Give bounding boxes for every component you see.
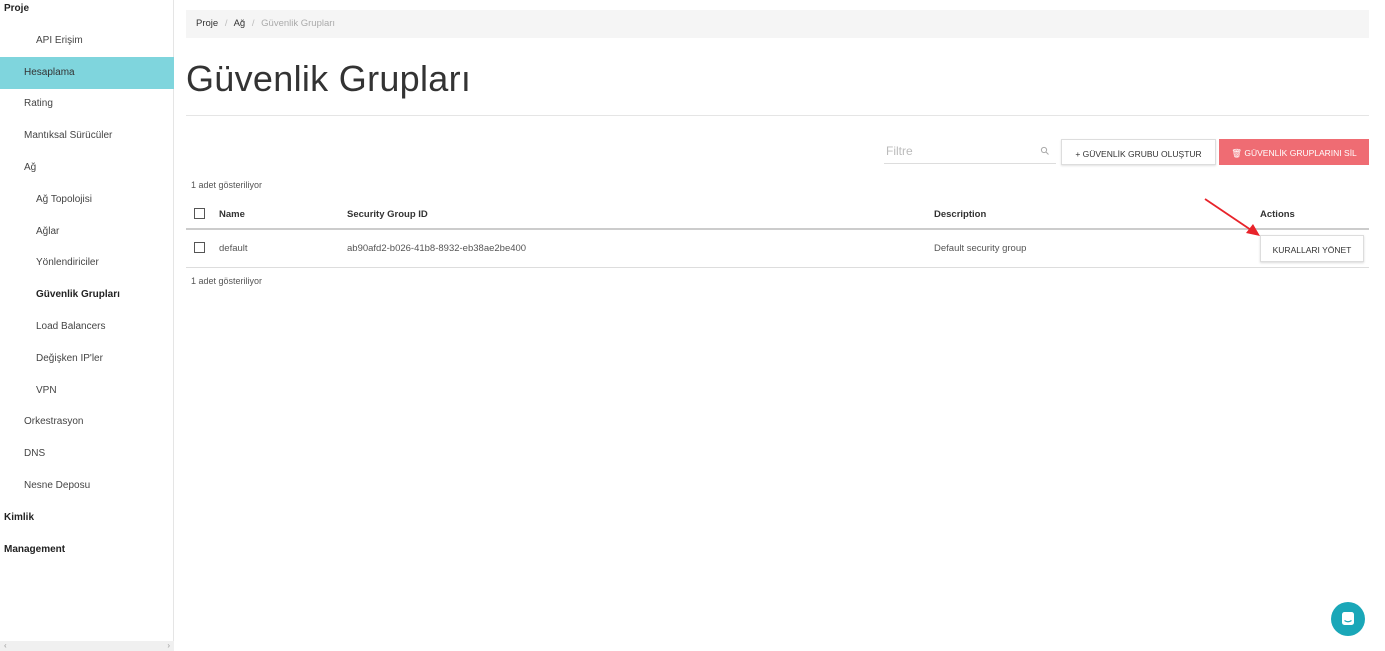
column-header-name[interactable]: Name bbox=[219, 209, 245, 220]
sidebar-item-kimlik[interactable]: Kimlik bbox=[0, 502, 174, 534]
column-header-description[interactable]: Description bbox=[934, 209, 986, 220]
sidebar-item-mantıksal-sürücüler[interactable]: Mantıksal Sürücüler bbox=[0, 120, 174, 152]
sidebar: Proje API Erişim Hesaplama Rating Mantıksal … bbox=[0, 0, 174, 651]
breadcrumb-separator: / bbox=[224, 18, 228, 29]
create-security-group-button[interactable]: + GÜVENLİK GRUBU OLUŞTUR bbox=[1061, 139, 1216, 165]
sidebar-item-ağlar[interactable]: Ağlar bbox=[0, 216, 174, 248]
page-title: Güvenlik Grupları bbox=[186, 58, 472, 99]
sidebar-horizontal-scrollbar[interactable]: ‹ › bbox=[0, 641, 174, 651]
breadcrumb-separator: / bbox=[251, 18, 255, 29]
search-icon[interactable] bbox=[1040, 146, 1050, 156]
chat-button[interactable] bbox=[1331, 602, 1365, 636]
sidebar-item-orkestrasyon[interactable]: Orkestrasyon bbox=[0, 406, 174, 438]
red-arrow-icon bbox=[1204, 198, 1260, 236]
column-header-security-group-id[interactable]: Security Group ID bbox=[347, 209, 428, 220]
sidebar-item-vpn[interactable]: VPN bbox=[0, 375, 174, 407]
breadcrumb-item-ag[interactable]: Ağ bbox=[234, 18, 246, 29]
sidebar-item-ağ[interactable]: Ağ bbox=[0, 152, 174, 184]
cell-name[interactable]: default bbox=[219, 243, 248, 254]
sidebar-item-ağ-topolojisi[interactable]: Ağ Topolojisi bbox=[0, 184, 174, 216]
table-header-border bbox=[186, 228, 1369, 230]
cell-description: Default security group bbox=[934, 243, 1027, 254]
cell-security-group-id: ab90afd2-b026-41b8-8932-eb38ae2be400 bbox=[347, 243, 527, 254]
filter-input[interactable] bbox=[884, 140, 1038, 162]
sidebar-item-değişken-ip-ler[interactable]: Değişken IP'ler bbox=[0, 343, 174, 375]
sidebar-item-load-balancers[interactable]: Load Balancers bbox=[0, 311, 174, 343]
breadcrumb-item-proje[interactable]: Proje bbox=[196, 18, 218, 29]
delete-security-groups-button[interactable]: 🗑 GÜVENLİK GRUPLARINI SİL bbox=[1219, 139, 1369, 165]
sidebar-item-api-erişim[interactable]: API Erişim bbox=[0, 25, 174, 57]
sidebar-item-dns[interactable]: DNS bbox=[0, 438, 174, 470]
breadcrumb-current: Güvenlik Grupları bbox=[261, 18, 336, 29]
scroll-left-icon[interactable]: ‹ bbox=[4, 641, 7, 651]
sidebar-item-yönlendiriciler[interactable]: Yönlendiriciler bbox=[0, 247, 174, 279]
item-count-bottom: 1 adet gösteriliyor bbox=[191, 276, 263, 286]
table-row-border bbox=[186, 267, 1369, 268]
sidebar-item-rating[interactable]: Rating bbox=[0, 88, 174, 120]
scroll-right-icon[interactable]: › bbox=[167, 641, 170, 651]
chat-icon bbox=[1342, 612, 1354, 625]
item-count-top: 1 adet gösteriliyor bbox=[191, 180, 263, 190]
sidebar-item-proje[interactable]: Proje bbox=[0, 0, 174, 25]
row-checkbox[interactable] bbox=[194, 242, 205, 253]
sidebar-item-hesaplama[interactable]: Hesaplama bbox=[0, 56, 174, 89]
breadcrumb: Proje / Ağ / Güvenlik Grupları bbox=[186, 10, 1369, 38]
manage-rules-button[interactable]: KURALLARI YÖNET bbox=[1260, 235, 1364, 262]
sidebar-item-güvenlik-grupları[interactable]: Güvenlik Grupları bbox=[0, 279, 174, 311]
title-divider bbox=[186, 115, 1369, 116]
select-all-checkbox[interactable] bbox=[194, 208, 205, 219]
filter-box bbox=[884, 140, 1056, 164]
sidebar-item-nesne-deposu[interactable]: Nesne Deposu bbox=[0, 470, 174, 502]
sidebar-item-management[interactable]: Management bbox=[0, 534, 174, 566]
